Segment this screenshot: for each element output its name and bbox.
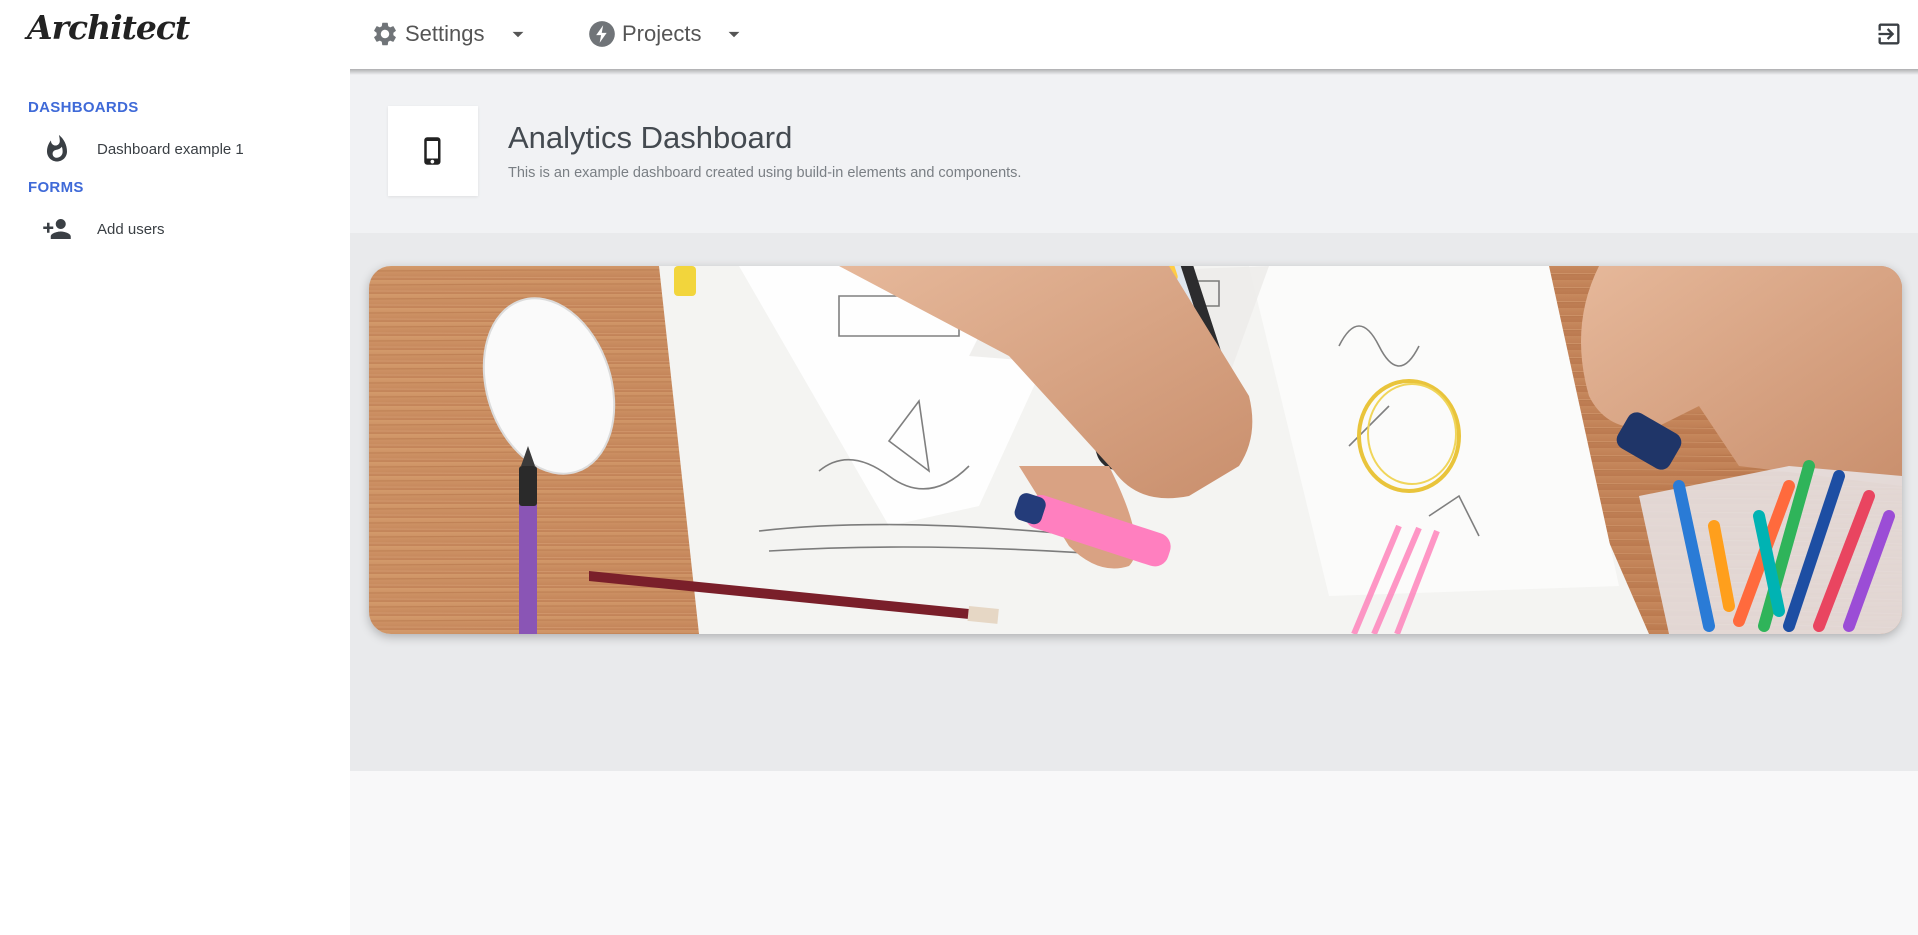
header-shadow	[350, 69, 1918, 75]
sidebar-item-dashboard-example-1[interactable]: Dashboard example 1	[42, 133, 332, 165]
app-root: Architect Settings Projects DASHBOARDS D…	[0, 0, 1918, 935]
page-title-icon-box	[388, 106, 478, 196]
gear-icon	[374, 22, 396, 46]
smartphone-icon	[424, 137, 441, 165]
sidebar-item-add-users[interactable]: Add users	[42, 213, 332, 245]
desk-workspace-photo	[369, 266, 1902, 634]
bolt-icon	[589, 21, 615, 47]
page-title-area: Analytics Dashboard This is an example d…	[350, 69, 1918, 233]
fire-icon	[47, 134, 67, 162]
sidebar-section-forms: FORMS	[28, 179, 84, 196]
projects-menu[interactable]: Projects	[588, 16, 747, 52]
app-logo[interactable]: Architect	[27, 8, 190, 47]
sidebar-item-label: Add users	[97, 220, 165, 238]
dashboard-content	[350, 233, 1918, 771]
page-subtitle: This is an example dashboard created usi…	[508, 165, 1022, 181]
settings-menu-label: Settings	[405, 21, 485, 46]
chevron-down-icon[interactable]	[721, 21, 747, 47]
person-add-icon	[43, 219, 71, 239]
main-content: Analytics Dashboard This is an example d…	[350, 69, 1918, 935]
settings-menu[interactable]: Settings	[371, 16, 531, 52]
sidebar: DASHBOARDS Dashboard example 1 FORMS Add…	[0, 69, 350, 935]
chevron-down-icon[interactable]	[505, 21, 531, 47]
page-title: Analytics Dashboard	[508, 120, 793, 155]
sidebar-section-dashboards: DASHBOARDS	[28, 99, 139, 116]
projects-menu-label: Projects	[622, 21, 702, 46]
banner-image	[369, 266, 1902, 634]
logout-icon[interactable]	[1875, 20, 1903, 48]
top-header: Architect Settings Projects	[0, 0, 1918, 69]
sidebar-item-label: Dashboard example 1	[97, 140, 244, 158]
